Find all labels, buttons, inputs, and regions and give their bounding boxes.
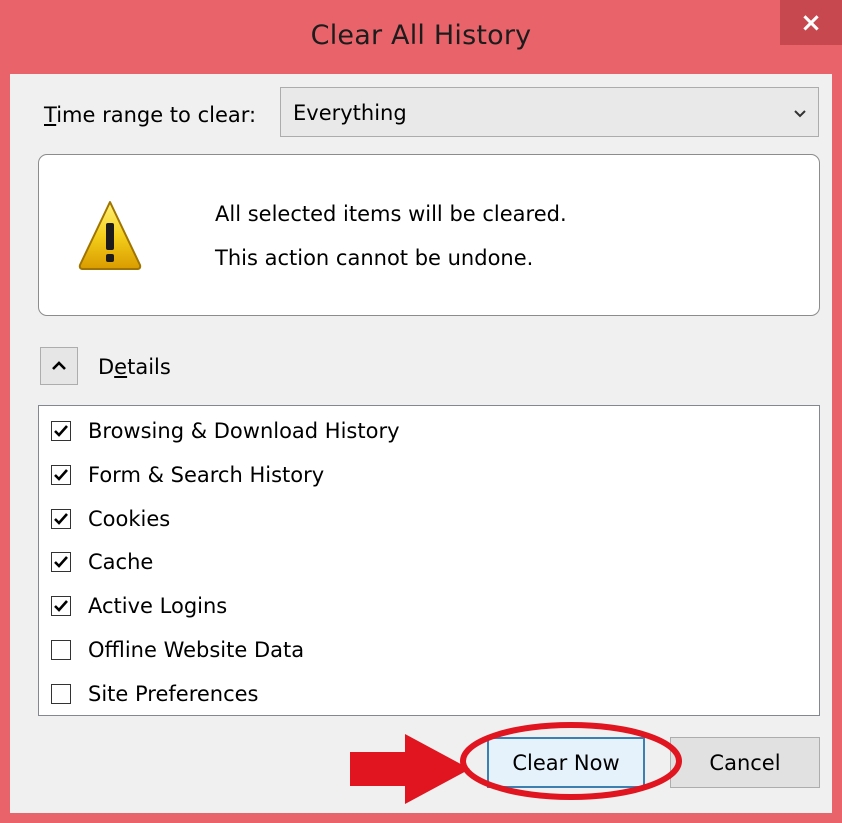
checkbox[interactable] <box>51 552 71 572</box>
clear-history-dialog: Clear All History × Time range to clear:… <box>0 0 842 823</box>
chevron-down-icon <box>794 110 806 118</box>
list-item[interactable]: Cache <box>51 547 153 577</box>
item-label: Offline Website Data <box>88 638 305 662</box>
close-icon: × <box>800 7 822 38</box>
red-arrow-annotation <box>350 734 470 804</box>
checkmark-icon <box>54 600 68 612</box>
dialog-body: Time range to clear: Everything All sele… <box>10 74 832 813</box>
warning-triangle-icon <box>78 201 142 270</box>
details-label: Details <box>98 355 171 379</box>
checkbox[interactable] <box>51 509 71 529</box>
red-circle-annotation <box>460 722 682 800</box>
item-label: Site Preferences <box>88 682 259 706</box>
list-item[interactable]: Offline Website Data <box>51 635 304 665</box>
item-label: Form & Search History <box>88 463 325 487</box>
list-item[interactable]: Site Preferences <box>51 679 259 709</box>
checkbox[interactable] <box>51 684 71 704</box>
checkbox[interactable] <box>51 640 71 660</box>
item-label: Active Logins <box>88 594 228 618</box>
list-item[interactable]: Active Logins <box>51 591 227 621</box>
chevron-up-icon <box>52 361 66 370</box>
warning-panel: All selected items will be cleared. This… <box>38 154 820 316</box>
list-item[interactable]: Browsing & Download History <box>51 416 400 446</box>
cancel-button[interactable]: Cancel <box>670 737 820 788</box>
history-items-list: Browsing & Download History Form & Searc… <box>38 405 820 716</box>
time-range-value: Everything <box>293 101 407 125</box>
item-label: Cache <box>88 550 154 574</box>
warning-text-line1: All selected items will be cleared. <box>215 202 567 226</box>
time-range-label: Time range to clear: <box>44 103 257 127</box>
checkbox[interactable] <box>51 465 71 485</box>
item-label: Browsing & Download History <box>88 419 400 443</box>
item-label: Cookies <box>88 507 171 531</box>
list-item[interactable]: Form & Search History <box>51 460 324 490</box>
title-bar: Clear All History × <box>0 0 842 74</box>
checkbox[interactable] <box>51 596 71 616</box>
warning-text-line2: This action cannot be undone. <box>215 246 534 270</box>
checkmark-icon <box>54 469 68 481</box>
list-item[interactable]: Cookies <box>51 504 170 534</box>
close-button[interactable]: × <box>780 0 842 45</box>
time-range-select[interactable]: Everything <box>280 87 819 137</box>
details-toggle-button[interactable] <box>40 347 78 385</box>
checkmark-icon <box>54 425 68 437</box>
checkmark-icon <box>54 513 68 525</box>
checkmark-icon <box>54 556 68 568</box>
checkbox[interactable] <box>51 421 71 441</box>
dialog-title: Clear All History <box>310 20 532 51</box>
